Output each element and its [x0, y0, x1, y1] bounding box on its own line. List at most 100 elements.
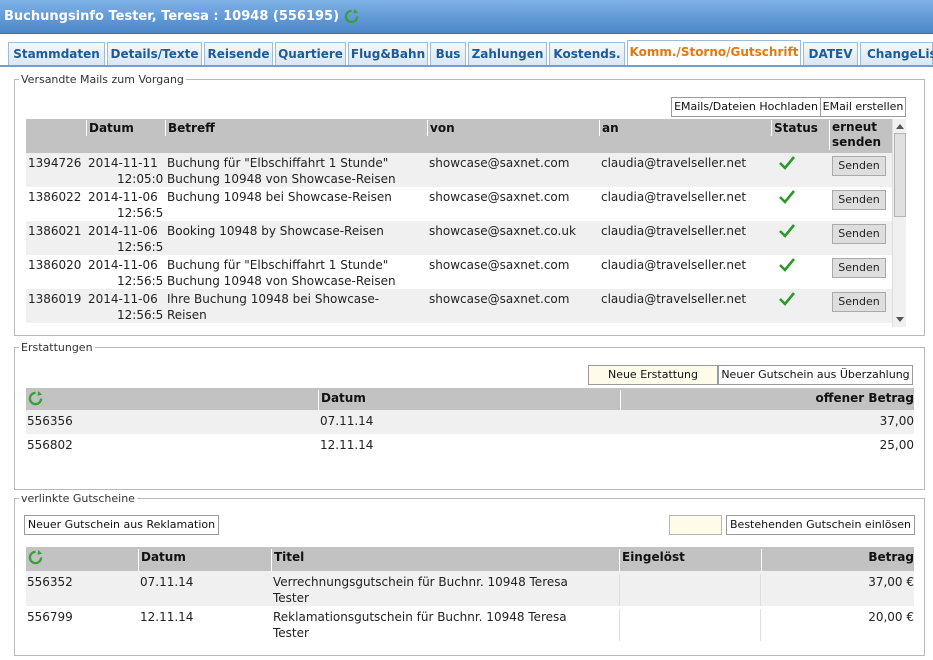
- mail-subject-line2: Buchung 10948 von Showcase-Reisen: [167, 172, 396, 186]
- tab-bus[interactable]: Bus: [430, 42, 466, 65]
- vouchers-table-header: Datum Titel Eingelöst Betrag: [26, 547, 914, 571]
- refund-col-datum: Datum: [318, 390, 620, 410]
- voucher-amount: 37,00 €: [868, 575, 914, 589]
- resend-button[interactable]: Senden: [832, 156, 886, 176]
- mails-scrollbar[interactable]: [892, 119, 906, 327]
- col-an: an: [599, 120, 771, 136]
- refund-date: 12.11.14: [320, 438, 374, 452]
- mail-subject[interactable]: Booking 10948 by Showcase-Reisen: [165, 221, 427, 239]
- mail-time: 12:56:54: [117, 240, 164, 254]
- tab-zahlungen[interactable]: Zahlungen: [468, 42, 547, 65]
- mail-time: 12:56:55: [117, 206, 164, 220]
- create-email-button[interactable]: EMail erstellen: [820, 97, 906, 117]
- refund-col-open: offener Betrag: [620, 390, 914, 410]
- redeem-voucher-button[interactable]: Bestehenden Gutschein einlösen: [726, 515, 915, 535]
- scroll-up-icon[interactable]: [896, 124, 904, 129]
- resend-button[interactable]: Senden: [832, 292, 886, 312]
- table-row: 556356 07.11.14 37,00: [26, 410, 914, 434]
- mail-datetime: 2014-11-06 12:56:54: [86, 221, 164, 255]
- mail-subject-line2: Buchung 10948 von Showcase-Reisen: [167, 274, 396, 288]
- mail-date: 2014-11-06: [88, 190, 158, 204]
- mail-from: showcase@saxnet.com: [429, 190, 570, 204]
- window-titlebar: Buchungsinfo Tester, Teresa : 10948 (556…: [0, 0, 933, 34]
- scroll-thumb[interactable]: [894, 133, 906, 217]
- refresh-icon[interactable]: [28, 391, 43, 406]
- mail-subject[interactable]: Buchung für "Elbschiffahrt 1 Stunde" Buch…: [165, 255, 427, 289]
- tab-reisende[interactable]: Reisende: [204, 42, 273, 65]
- mail-subject-line1: Buchung für "Elbschiffahrt 1 Stunde": [167, 258, 389, 272]
- voucher-code-input[interactable]: [669, 515, 722, 535]
- mail-to: claudia@travelseller.net: [601, 190, 747, 204]
- refunds-legend: Erstattungen: [21, 341, 93, 354]
- voucher-title: Reklamationsgutschein für Buchnr. 10948 …: [273, 609, 619, 641]
- voucher-title-line1: Verrechnungsgutschein für Buchnr. 10948 …: [273, 575, 568, 589]
- mail-subject[interactable]: Buchung 10948 bei Showcase-Reisen: [165, 187, 427, 205]
- window-title: Buchungsinfo Tester, Teresa : 10948 (556…: [4, 9, 359, 24]
- tab-kostends[interactable]: Kostends.: [549, 42, 625, 65]
- upload-mails-button[interactable]: EMails/Dateien Hochladen: [671, 97, 821, 117]
- mail-to: claudia@travelseller.net: [601, 156, 747, 170]
- refresh-icon[interactable]: [28, 550, 43, 565]
- voucher-col-betrag: Betrag: [761, 549, 914, 571]
- col-resend: erneut senden: [829, 120, 887, 150]
- voucher-redeemed: [619, 574, 761, 606]
- mail-datetime: 2014-11-06 12:56:55: [86, 187, 164, 221]
- new-voucher-overpayment-button[interactable]: Neuer Gutschein aus Überzahlung: [718, 365, 913, 385]
- mail-datetime: 2014-11-06 12:56:51: [86, 255, 164, 289]
- voucher-title-line1: Reklamationsgutschein für Buchnr. 10948 …: [273, 610, 567, 624]
- voucher-amount: 20,00 €: [868, 610, 914, 624]
- tab-quartiere[interactable]: Quartiere: [275, 42, 346, 65]
- tab-stammdaten[interactable]: Stammdaten: [8, 42, 105, 65]
- mail-datetime: 2014-11-11 12:05:03: [86, 153, 164, 187]
- mail-subject[interactable]: Ihre Buchung 10948 bei Showcase- Reisen: [165, 289, 427, 323]
- mail-subject-line1: Booking 10948 by Showcase-Reisen: [167, 224, 384, 238]
- check-icon: [779, 258, 796, 272]
- check-icon: [779, 292, 796, 306]
- voucher-title-line2: Tester: [273, 626, 309, 640]
- mail-date: 2014-11-06: [88, 258, 158, 272]
- refund-id: 556802: [27, 438, 73, 452]
- refund-amount: 37,00: [879, 414, 914, 428]
- col-datum: Datum: [86, 120, 164, 136]
- refresh-icon[interactable]: [344, 9, 359, 24]
- mail-time: 12:56:51: [117, 274, 164, 288]
- col-betreff: Betreff: [165, 120, 427, 136]
- new-refund-button[interactable]: Neue Erstattung: [588, 365, 718, 385]
- refund-date: 07.11.14: [320, 414, 374, 428]
- mail-from: showcase@saxnet.co.uk: [429, 224, 576, 238]
- table-row: 1386020 2014-11-06 12:56:51Buchung für "El…: [26, 255, 892, 289]
- tab-datev[interactable]: DATEV: [803, 42, 858, 65]
- mail-to: claudia@travelseller.net: [601, 258, 747, 272]
- tab-bar: Stammdaten Details/Texte Reisende Quarti…: [0, 40, 933, 67]
- table-row: 556352 07.11.14 Verrechnungsgutschein für …: [26, 571, 914, 606]
- mails-legend: Versandte Mails zum Vorgang: [21, 73, 184, 86]
- new-voucher-reklamation-button[interactable]: Neuer Gutschein aus Reklamation: [24, 515, 219, 535]
- table-row: 1386021 2014-11-06 12:56:54Booking 10948 b…: [26, 221, 892, 255]
- resend-button[interactable]: Senden: [832, 224, 886, 244]
- tab-komm-storno-gutschrift[interactable]: Komm./Storno/Gutschrift: [627, 40, 801, 65]
- voucher-id: 556799: [27, 610, 73, 624]
- tab-changelist[interactable]: ChangeList: [860, 42, 933, 65]
- resend-button[interactable]: Senden: [832, 258, 886, 278]
- mail-subject-line1: Ihre Buchung 10948 bei Showcase-: [167, 292, 380, 306]
- table-row: 1394726 2014-11-11 12:05:03Buchung für "El…: [26, 153, 892, 187]
- tab-flug-bahn[interactable]: Flug&Bahn: [348, 42, 428, 65]
- mail-from: showcase@saxnet.com: [429, 258, 570, 272]
- resend-button[interactable]: Senden: [832, 190, 886, 210]
- mail-time: 12:56:50: [117, 308, 164, 322]
- voucher-col-datum: Datum: [138, 549, 271, 571]
- col-von: von: [427, 120, 599, 136]
- mail-to: claudia@travelseller.net: [601, 224, 747, 238]
- voucher-col-eingeloest: Eingelöst: [619, 549, 761, 571]
- tab-details-texte[interactable]: Details/Texte: [107, 42, 202, 65]
- table-row: 1386022 2014-11-06 12:56:55Buchung 10948 b…: [26, 187, 892, 221]
- refunds-table-header: Datum offener Betrag: [26, 388, 914, 410]
- mail-id: 1386021: [28, 224, 82, 238]
- mail-subject[interactable]: Buchung für "Elbschiffahrt 1 Stunde" Buch…: [165, 153, 427, 187]
- mail-subject-line1: Buchung 10948 bei Showcase-Reisen: [167, 190, 392, 204]
- mails-table: Datum Betreff von an Status erneut sende…: [26, 119, 906, 327]
- table-row: 1386019 2014-11-06 12:56:50Ihre Buchung 10…: [26, 289, 892, 323]
- voucher-date: 12.11.14: [140, 610, 194, 624]
- mail-id: 1386019: [28, 292, 82, 306]
- scroll-down-icon[interactable]: [896, 317, 904, 322]
